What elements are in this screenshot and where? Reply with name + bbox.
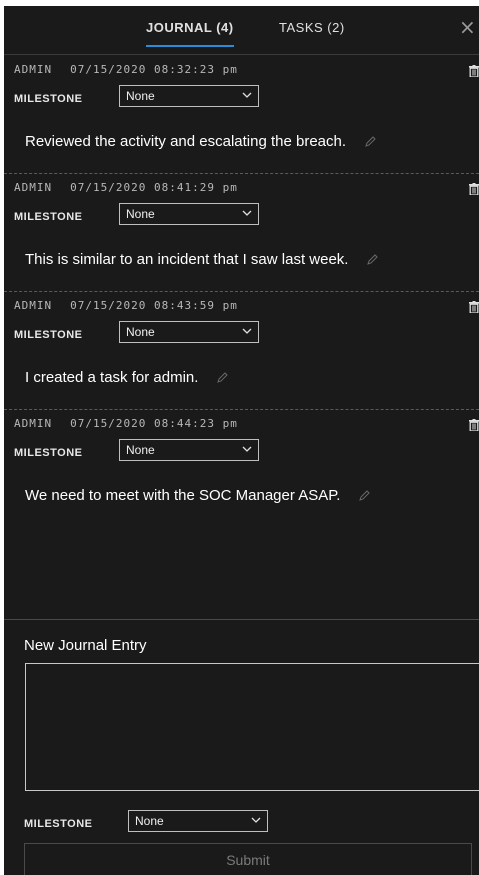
- entry-timestamp: 07/15/2020 08:43:59 pm: [70, 299, 238, 312]
- journal-entry: ADMIN 07/15/2020 08:44:23 pm MILESTONE No…: [4, 409, 479, 609]
- milestone-select[interactable]: None: [119, 85, 259, 107]
- entry-text: I created a task for admin.: [25, 369, 229, 386]
- milestone-label: MILESTONE: [14, 329, 83, 341]
- trash-icon[interactable]: [469, 65, 479, 77]
- trash-icon[interactable]: [469, 183, 479, 195]
- entry-meta: ADMIN 07/15/2020 08:32:23 pm: [14, 63, 238, 76]
- entry-author: ADMIN: [14, 63, 53, 76]
- entry-text: We need to meet with the SOC Manager ASA…: [25, 487, 371, 504]
- milestone-select[interactable]: None: [119, 203, 259, 225]
- tab-bar: JOURNAL (4) TASKS (2) ×: [4, 6, 479, 55]
- pencil-icon[interactable]: [216, 372, 229, 384]
- trash-icon[interactable]: [469, 419, 479, 431]
- tab-tasks[interactable]: TASKS (2): [279, 20, 345, 45]
- milestone-value: None: [126, 207, 155, 221]
- milestone-label: MILESTONE: [14, 93, 83, 105]
- entry-text-content: Reviewed the activity and escalating the…: [25, 133, 347, 150]
- milestone-value: None: [126, 443, 155, 457]
- entry-timestamp: 07/15/2020 08:32:23 pm: [70, 63, 238, 76]
- entry-author: ADMIN: [14, 181, 53, 194]
- tab-journal[interactable]: JOURNAL (4): [146, 20, 234, 47]
- new-journal-entry-title: New Journal Entry: [24, 637, 147, 654]
- entry-timestamp: 07/15/2020 08:44:23 pm: [70, 417, 238, 430]
- journal-panel: JOURNAL (4) TASKS (2) × ADMIN 07/15/2020 …: [4, 6, 479, 875]
- chevron-down-icon: [242, 328, 252, 334]
- chevron-down-icon: [242, 210, 252, 216]
- pencil-icon[interactable]: [366, 254, 379, 266]
- divider: [4, 619, 479, 620]
- entry-meta: ADMIN 07/15/2020 08:41:29 pm: [14, 181, 238, 194]
- submit-button[interactable]: Submit: [24, 843, 472, 875]
- pencil-icon[interactable]: [364, 136, 376, 148]
- journal-entry: ADMIN 07/15/2020 08:32:23 pm MILESTONE No…: [4, 55, 479, 174]
- entry-text-content: This is similar to an incident that I sa…: [25, 251, 349, 268]
- chevron-down-icon: [242, 446, 252, 452]
- trash-icon[interactable]: [469, 301, 479, 313]
- new-journal-entry-textarea[interactable]: [25, 663, 479, 791]
- journal-entry: ADMIN 07/15/2020 08:43:59 pm MILESTONE No…: [4, 291, 479, 410]
- entry-timestamp: 07/15/2020 08:41:29 pm: [70, 181, 238, 194]
- journal-entry: ADMIN 07/15/2020 08:41:29 pm MILESTONE No…: [4, 173, 479, 292]
- milestone-value: None: [126, 89, 155, 103]
- chevron-down-icon: [242, 92, 252, 98]
- entry-text-content: I created a task for admin.: [25, 369, 199, 386]
- entry-meta: ADMIN 07/15/2020 08:43:59 pm: [14, 299, 238, 312]
- entry-text: Reviewed the activity and escalating the…: [25, 133, 376, 150]
- pencil-icon[interactable]: [358, 490, 371, 502]
- new-milestone-label: MILESTONE: [24, 818, 93, 830]
- new-milestone-select[interactable]: None: [128, 810, 268, 832]
- entry-text-content: We need to meet with the SOC Manager ASA…: [25, 487, 341, 504]
- milestone-value: None: [126, 325, 155, 339]
- entry-text: This is similar to an incident that I sa…: [25, 251, 379, 268]
- milestone-select[interactable]: None: [119, 439, 259, 461]
- entry-author: ADMIN: [14, 299, 53, 312]
- entry-meta: ADMIN 07/15/2020 08:44:23 pm: [14, 417, 238, 430]
- entry-author: ADMIN: [14, 417, 53, 430]
- new-milestone-value: None: [135, 814, 164, 828]
- milestone-select[interactable]: None: [119, 321, 259, 343]
- close-icon[interactable]: ×: [459, 17, 479, 38]
- chevron-down-icon: [251, 817, 261, 823]
- milestone-label: MILESTONE: [14, 211, 83, 223]
- milestone-label: MILESTONE: [14, 447, 83, 459]
